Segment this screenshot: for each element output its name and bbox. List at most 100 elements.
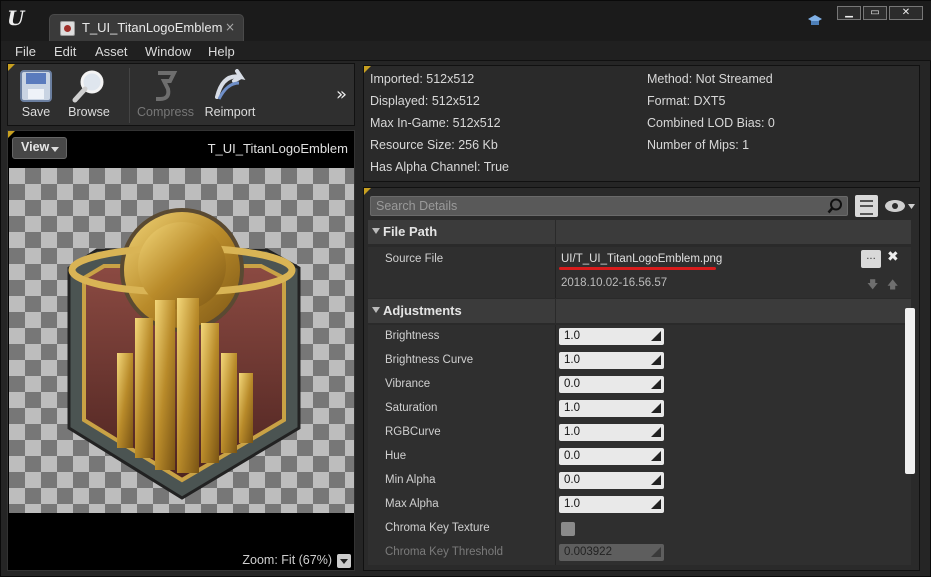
category-file-path[interactable]: File Path	[368, 220, 911, 244]
reimport-label: Reimport	[204, 105, 256, 119]
collapse-arrow-icon	[372, 228, 380, 234]
drag-handle-icon	[651, 427, 661, 437]
chevron-down-icon	[51, 147, 59, 152]
property-value-field[interactable]: 0.0	[559, 472, 664, 489]
property-row-vibrance: Vibrance 0.0	[368, 373, 911, 397]
texture-viewport[interactable]: View T_UI_TitanLogoEmblem Zoom: Fit (67%…	[7, 130, 355, 571]
menu-window[interactable]: Window	[145, 44, 191, 59]
property-label: Chroma Key Threshold	[385, 546, 504, 558]
document-tab[interactable]: T_UI_TitanLogoEmblem ×	[49, 14, 244, 41]
property-value: 1.0	[564, 354, 580, 366]
move-up-icon[interactable]: 🡅	[887, 276, 898, 295]
search-icon[interactable]	[827, 198, 843, 214]
view-dropdown-button[interactable]: View	[12, 137, 67, 159]
info-method: Method: Not Streamed	[647, 72, 773, 86]
property-value: 0.0	[564, 378, 580, 390]
tab-close-button[interactable]: ×	[225, 20, 235, 34]
collapse-arrow-icon	[372, 307, 380, 313]
property-row-saturation: Saturation 1.0	[368, 397, 911, 421]
property-value-field[interactable]: 0.0	[559, 448, 664, 465]
column-splitter[interactable]	[555, 445, 556, 469]
toolbar-overflow-button[interactable]: »	[336, 84, 347, 105]
property-value-field[interactable]: 1.0	[559, 424, 664, 441]
unreal-logo-icon: U	[7, 6, 25, 30]
property-row-brightness: Brightness 1.0	[368, 325, 911, 349]
search-input[interactable]	[371, 197, 811, 215]
browse-file-button[interactable]: ...	[861, 250, 881, 268]
search-details-box	[370, 196, 848, 216]
toolbar: Save Browse Compress Reimport »	[7, 63, 355, 126]
zoom-dropdown-button[interactable]	[337, 554, 351, 568]
details-scrollbar[interactable]	[905, 308, 915, 474]
info-imported: Imported: 512x512	[370, 72, 475, 86]
panel-corner-marker	[364, 188, 371, 195]
source-file-value: UI/T_UI_TitanLogoEmblem.png	[561, 253, 723, 265]
drag-handle-icon	[651, 475, 661, 485]
info-format: Format: DXT5	[647, 94, 726, 108]
eye-icon[interactable]	[884, 197, 916, 215]
info-displayed: Displayed: 512x512	[370, 94, 480, 108]
drag-handle-icon	[651, 403, 661, 413]
property-value: 1.0	[564, 402, 580, 414]
property-row-min-alpha: Min Alpha 0.0	[368, 469, 911, 493]
property-label: Brightness Curve	[385, 354, 474, 366]
property-row-chroma-key-threshold: Chroma Key Threshold 0.003922	[368, 541, 911, 565]
info-resource-size: Resource Size: 256 Kb	[370, 138, 498, 152]
tab-label: T_UI_TitanLogoEmblem	[82, 20, 223, 35]
column-splitter[interactable]	[555, 247, 556, 298]
column-splitter[interactable]	[555, 299, 556, 323]
property-row-brightness-curve: Brightness Curve 1.0	[368, 349, 911, 373]
menu-file[interactable]: File	[15, 44, 36, 59]
column-splitter[interactable]	[555, 373, 556, 397]
source-file-row: Source File UI/T_UI_TitanLogoEmblem.png …	[368, 247, 911, 298]
column-splitter[interactable]	[555, 541, 556, 565]
column-splitter[interactable]	[555, 469, 556, 493]
maximize-button[interactable]: ▭	[863, 6, 887, 20]
toolbar-separator	[129, 68, 130, 123]
magnifier-icon	[72, 70, 104, 103]
property-value-field[interactable]: 0.0	[559, 376, 664, 393]
drag-handle-icon	[651, 499, 661, 509]
column-splitter[interactable]	[555, 517, 556, 541]
menu-edit[interactable]: Edit	[54, 44, 76, 59]
column-splitter[interactable]	[555, 325, 556, 349]
column-splitter[interactable]	[555, 397, 556, 421]
menu-asset[interactable]: Asset	[95, 44, 128, 59]
category-label: Adjustments	[383, 303, 462, 318]
viewport-asset-name: T_UI_TitanLogoEmblem	[207, 141, 348, 156]
drag-handle-icon	[651, 451, 661, 461]
property-value-field[interactable]: 1.0	[559, 400, 664, 417]
column-splitter[interactable]	[555, 349, 556, 373]
menu-help[interactable]: Help	[208, 44, 235, 59]
graduation-cap-icon[interactable]	[807, 14, 823, 28]
clear-file-icon[interactable]: ✖	[887, 249, 899, 265]
close-window-button[interactable]: ✕	[889, 6, 923, 20]
texture-info-panel: Imported: 512x512 Displayed: 512x512 Max…	[363, 65, 920, 182]
source-file-date: 2018.10.02-16.56.57	[561, 277, 668, 289]
save-label: Save	[21, 105, 51, 119]
minimize-button[interactable]: ▁	[837, 6, 861, 20]
details-panel: File Path Source File UI/T_UI_TitanLogoE…	[363, 187, 920, 571]
menu-bar: File Edit Asset Window Help	[1, 41, 931, 61]
property-value-field[interactable]: 1.0	[559, 496, 664, 513]
property-value-field[interactable]: 1.0	[559, 352, 664, 369]
property-label: Max Alpha	[385, 498, 439, 510]
column-splitter[interactable]	[555, 493, 556, 517]
chroma-key-checkbox[interactable]	[561, 522, 575, 536]
property-value-field[interactable]: 1.0	[559, 328, 664, 345]
column-splitter[interactable]	[555, 421, 556, 445]
info-mips: Number of Mips: 1	[647, 138, 750, 152]
column-splitter[interactable]	[555, 220, 556, 244]
property-matrix-button[interactable]	[855, 195, 878, 217]
save-button[interactable]: Save	[8, 67, 64, 123]
property-value: 0.0	[564, 474, 580, 486]
browse-button[interactable]: Browse	[61, 67, 117, 123]
reimport-button[interactable]: Reimport	[202, 67, 258, 123]
browse-label: Browse	[68, 105, 110, 119]
compress-button[interactable]: Compress	[137, 67, 194, 123]
move-down-icon[interactable]: 🡇	[867, 276, 878, 295]
property-value: 1.0	[564, 330, 580, 342]
category-adjustments[interactable]: Adjustments	[368, 299, 911, 323]
property-row-rgbcurve: RGBCurve 1.0	[368, 421, 911, 445]
source-file-label: Source File	[385, 253, 444, 265]
